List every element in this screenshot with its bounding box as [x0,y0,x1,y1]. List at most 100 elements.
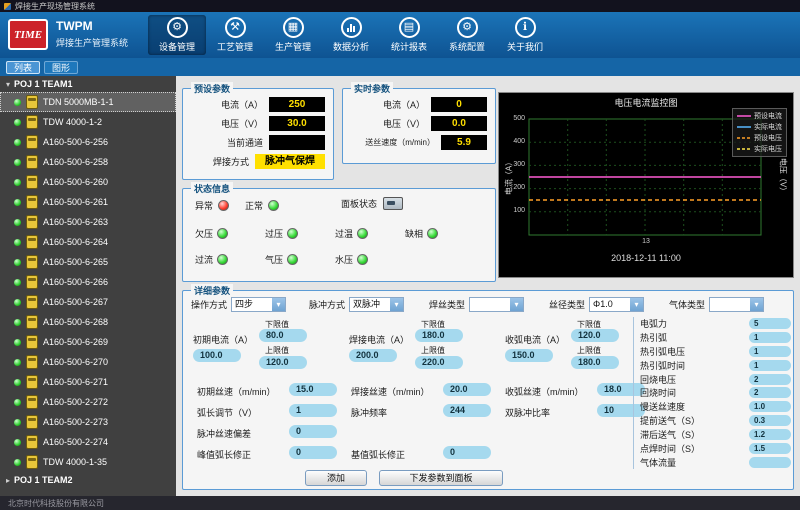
send-to-panel-button[interactable]: 下发参数到面板 [379,470,503,486]
operation-mode-select[interactable]: 四步▾ [231,297,286,312]
header: TIME TWPM 焊接生产管理系统 ⚙ 设备管理 ⚒ 工艺管理 ▦ 生产管理 … [0,12,800,58]
hot-start-voltage-input[interactable]: 1 [749,346,791,357]
pre-gas-input[interactable]: 0.3 [749,415,791,426]
machine-icon [26,435,38,449]
initial-wirespeed-input[interactable]: 15.0 [289,383,337,396]
pulse-wirespeed-dev-input[interactable]: 0 [289,425,337,438]
list-view-button[interactable]: 列表 [6,61,40,74]
nav-config[interactable]: ⚙ 系统配置 [438,15,496,55]
sidebar-item[interactable]: A160-500-6-269 [0,332,176,352]
factory-icon: ▦ [283,17,304,38]
spot-weld-time-input[interactable]: 1.5 [749,443,791,454]
base-arc-correction-label: 基值弧长修正 [351,448,405,461]
nav-label: 设备管理 [159,40,195,53]
initial-current-lower-input[interactable]: 80.0 [259,329,307,342]
machine-icon [26,155,38,169]
base-arc-correction-input[interactable]: 0 [443,446,491,459]
sidebar-group-team1[interactable]: ▾ POJ 1 TEAM1 [0,76,176,92]
sidebar-item[interactable]: A160-500-6-268 [0,312,176,332]
sidebar-item[interactable]: A160-500-6-264 [0,232,176,252]
sidebar-item[interactable]: TDN 5000MB-1-1 [0,92,176,112]
hot-start-label: 热引弧 [640,331,667,344]
nav-report[interactable]: ▤ 统计报表 [380,15,438,55]
nav-production[interactable]: ▦ 生产管理 [264,15,322,55]
sidebar-item[interactable]: A160-500-2-274 [0,432,176,452]
weld-current-lower-input[interactable]: 180.0 [415,329,463,342]
chevron-down-icon: ▾ [750,298,763,311]
machine-label: A160-500-2-272 [43,397,108,407]
nav-label: 数据分析 [333,40,369,53]
graph-view-button[interactable]: 图形 [44,61,78,74]
wire-diameter-select[interactable]: Φ1.0▾ [589,297,644,312]
status-dot-icon [14,459,21,466]
sidebar-item[interactable]: TDW 4000-1-2 [0,112,176,132]
arc-end-current-upper-input[interactable]: 180.0 [571,356,619,369]
hot-start-time-input[interactable]: 1 [749,360,791,371]
sidebar-item[interactable]: A160-500-2-273 [0,412,176,432]
sidebar-item[interactable]: A160-500-6-263 [0,212,176,232]
ytick: 300 [501,161,525,168]
peak-arc-correction-input[interactable]: 0 [289,446,337,459]
xtick: 13 [499,238,793,245]
status-dot-icon [14,279,21,286]
machine-label: A160-500-6-265 [43,257,108,267]
machine-label: A160-500-6-261 [43,197,108,207]
panel-status-label: 面板状态 [341,197,377,210]
legend-line-icon [737,135,751,141]
weld-wirespeed-label: 焊接丝速（m/min） [351,385,430,398]
nav-process[interactable]: ⚒ 工艺管理 [206,15,264,55]
post-gas-input[interactable]: 1.2 [749,429,791,440]
pulse-mode-select[interactable]: 双脉冲▾ [349,297,404,312]
burnback-voltage-input[interactable]: 2 [749,374,791,385]
add-button[interactable]: 添加 [305,470,367,486]
gas-type-select[interactable]: ▾ [709,297,764,312]
sidebar-item[interactable]: A160-500-6-267 [0,292,176,312]
sidebar-item[interactable]: TDW 4000-1-35 [0,452,176,472]
burnback-time-input[interactable]: 2 [749,387,791,398]
sidebar-item[interactable]: A160-500-6-260 [0,172,176,192]
undervoltage-label: 欠压 [195,227,213,240]
slow-wirespeed-input[interactable]: 1.0 [749,401,791,412]
initial-current-upper-input[interactable]: 120.0 [259,356,307,369]
phase-loss-label: 缺相 [405,227,423,240]
initial-wirespeed-label: 初期丝速（m/min） [197,385,276,398]
gas-flow-input[interactable] [749,457,791,468]
weld-current-input[interactable]: 200.0 [349,349,397,362]
sidebar-item[interactable]: A160-500-6-258 [0,152,176,172]
nav-equipment[interactable]: ⚙ 设备管理 [148,15,206,55]
nav-about[interactable]: ℹ 关于我们 [496,15,554,55]
hot-start-input[interactable]: 1 [749,332,791,343]
gear-icon: ⚙ [167,17,188,38]
wire-type-select[interactable]: ▾ [469,297,524,312]
sidebar-group-team2[interactable]: ▸ POJ 1 TEAM2 [0,472,176,488]
sidebar-item[interactable]: A160-500-6-266 [0,272,176,292]
status-dot-icon [14,219,21,226]
pulse-frequency-input[interactable]: 244 [443,404,491,417]
abnormal-led-icon [218,200,229,211]
sidebar-item[interactable]: A160-500-6-271 [0,372,176,392]
status-dot-icon [14,139,21,146]
weld-current-upper-input[interactable]: 220.0 [415,356,463,369]
initial-current-input[interactable]: 100.0 [193,349,241,362]
machine-icon [26,315,38,329]
status-dot-icon [14,179,21,186]
machine-icon [26,135,38,149]
sidebar-item[interactable]: A160-500-6-270 [0,352,176,372]
status-dot-icon [14,339,21,346]
arc-length-adjust-input[interactable]: 1 [289,404,337,417]
arc-end-current-input[interactable]: 150.0 [505,349,553,362]
sidebar-item[interactable]: A160-500-6-265 [0,252,176,272]
initial-current-group: 初期电流（A） 100.0 下限值 80.0 上限值 120.0 [193,319,343,373]
sidebar-item[interactable]: A160-500-6-256 [0,132,176,152]
arc-end-current-lower-input[interactable]: 120.0 [571,329,619,342]
sidebar-item[interactable]: A160-500-6-261 [0,192,176,212]
details-panel-title: 详细参数 [191,284,233,297]
machine-icon [26,95,38,109]
machine-label: A160-500-6-263 [43,217,108,227]
weld-wirespeed-input[interactable]: 20.0 [443,383,491,396]
initial-current-label: 初期电流（A） [193,333,253,346]
nav-analysis[interactable]: 数据分析 [322,15,380,55]
sidebar-item[interactable]: A160-500-2-272 [0,392,176,412]
combo-value: 四步 [232,298,272,311]
arc-force-input[interactable]: 5 [749,318,791,329]
